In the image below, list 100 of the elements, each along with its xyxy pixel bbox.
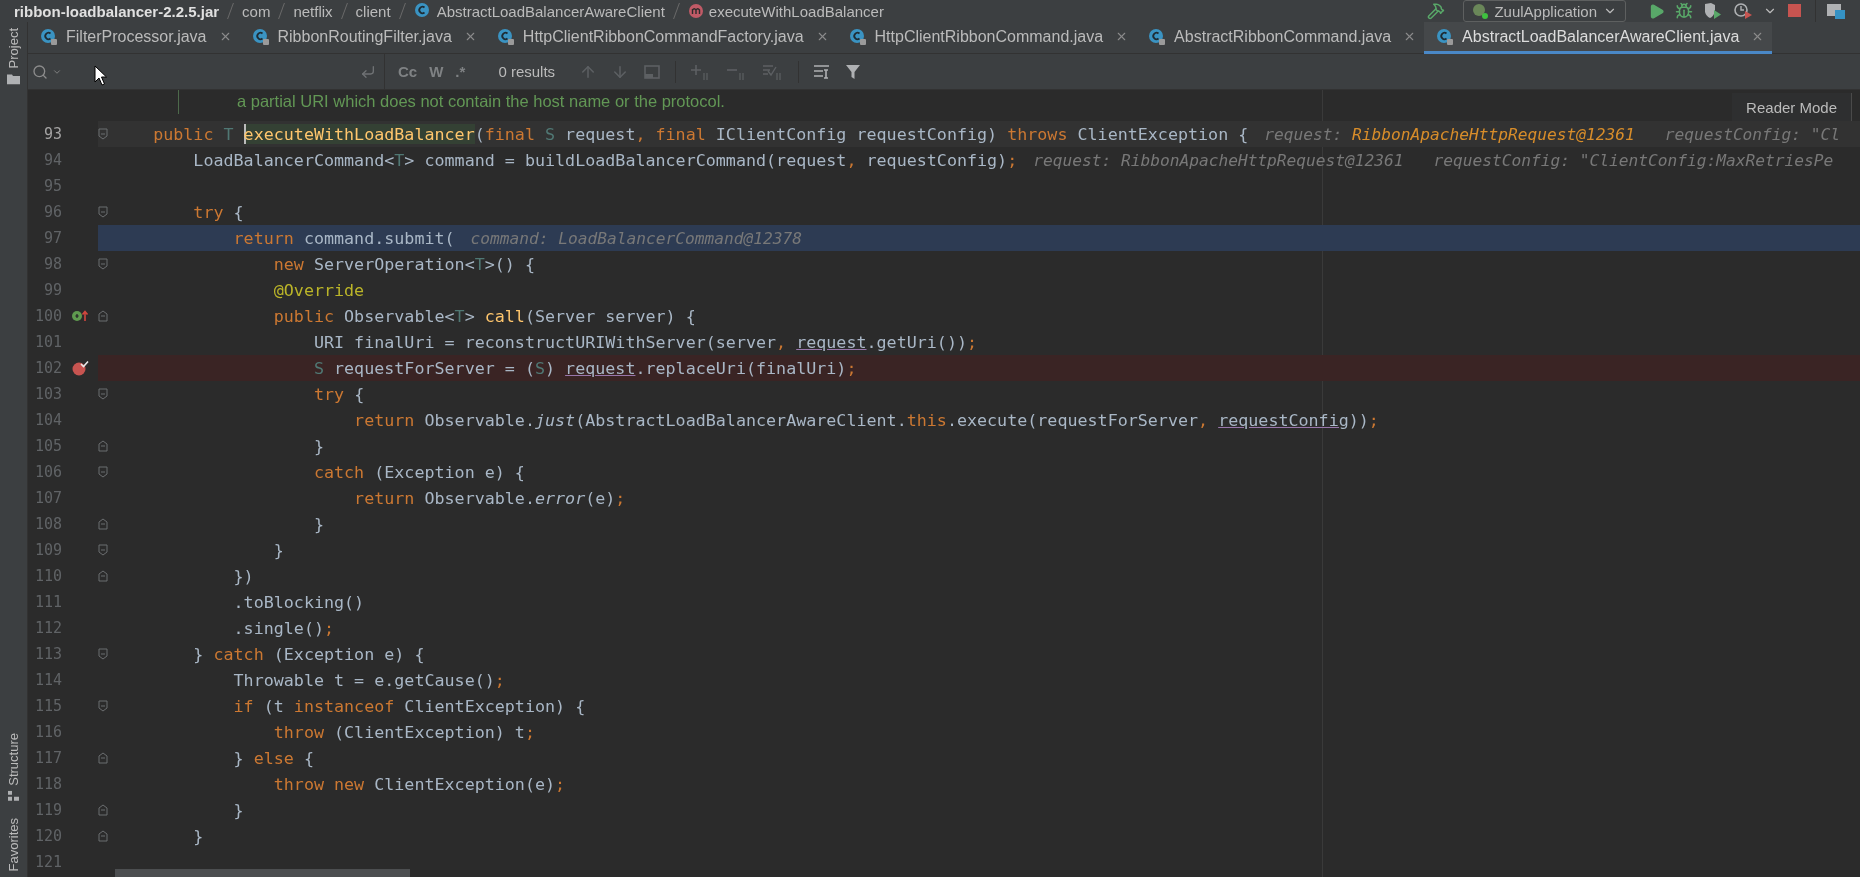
line-number: 95 bbox=[42, 177, 62, 195]
tab-label: HttpClientRibbonCommand.java bbox=[874, 27, 1104, 46]
editor-tab[interactable]: AbstractRibbonCommand.java bbox=[1136, 22, 1425, 54]
code-line: return Observable.error(e); bbox=[353, 488, 626, 508]
code-line: URI finalUri = reconstructURIWithServer(server, request.getUri()); bbox=[312, 332, 978, 352]
code-line: .single(); bbox=[232, 618, 335, 638]
line-number: 120 bbox=[33, 827, 62, 845]
line-number: 108 bbox=[33, 515, 62, 533]
line-number: 102 bbox=[33, 359, 62, 377]
breadcrumb-item[interactable]: ribbon-loadbalancer-2.2.5.jar bbox=[14, 2, 220, 20]
class-icon bbox=[251, 27, 270, 46]
doc-comment: a partial URI which does not contain the host name or the protocol. bbox=[178, 90, 725, 114]
fold-marker-icon[interactable] bbox=[98, 466, 108, 478]
fold-marker-icon[interactable] bbox=[98, 206, 108, 218]
code-line: throw new ClientException(e); bbox=[272, 774, 566, 794]
line-number: 106 bbox=[33, 463, 62, 481]
fold-marker-icon[interactable] bbox=[98, 752, 108, 764]
folder-icon bbox=[7, 73, 20, 85]
editor-tab[interactable]: HttpClientRibbonCommand.java bbox=[836, 22, 1137, 54]
editor-tab[interactable]: FilterProcessor.java bbox=[28, 22, 240, 54]
tool-window-button[interactable]: Structure bbox=[6, 726, 21, 808]
list-filter-icon[interactable] bbox=[813, 63, 832, 80]
fold-marker-icon[interactable] bbox=[98, 570, 108, 582]
tab-label: RibbonRoutingFilter.java bbox=[277, 27, 452, 46]
code-line: throw (ClientException) t; bbox=[272, 722, 535, 742]
line-number: 94 bbox=[42, 151, 62, 169]
breadcrumb-item[interactable]: AbstractLoadBalancerAwareClient bbox=[413, 2, 665, 20]
editor-tab[interactable]: HttpClientRibbonCommandFactory.java bbox=[484, 22, 837, 54]
line-number: 119 bbox=[33, 801, 62, 819]
fold-marker-icon[interactable] bbox=[98, 388, 108, 400]
bug-icon[interactable] bbox=[1675, 2, 1693, 20]
tool-window-button[interactable]: Favorites bbox=[6, 811, 21, 877]
line-number: 101 bbox=[33, 333, 62, 351]
code-line: if (t instanceof ClientException) { bbox=[232, 696, 586, 716]
breadcrumb-item[interactable]: executeWithLoadBalancer bbox=[687, 2, 884, 20]
fold-marker-icon[interactable] bbox=[98, 258, 108, 270]
class-icon bbox=[413, 2, 432, 20]
run-configuration-dropdown[interactable]: ZuulApplication bbox=[1463, 0, 1626, 22]
breadcrumb-item[interactable]: com bbox=[242, 2, 271, 20]
reader-mode-button[interactable]: Reader Mode bbox=[1732, 93, 1852, 121]
layout-icon[interactable] bbox=[1826, 2, 1846, 20]
inlay-hint: requestConfig: "ClientConfig:MaxRetriesPe bbox=[1433, 150, 1834, 170]
tab-label: FilterProcessor.java bbox=[66, 27, 207, 46]
hammer-icon[interactable] bbox=[1427, 2, 1446, 20]
line-number: 116 bbox=[33, 723, 62, 741]
window-icon[interactable] bbox=[643, 63, 662, 80]
code-line: LoadBalancerCommand<T> command = buildLoadBalancerCommand(request, requestConfig); bbox=[192, 150, 1018, 170]
fold-marker-icon[interactable] bbox=[98, 804, 108, 816]
inlay-hint: requestConfig: "Cl bbox=[1664, 124, 1841, 144]
line-number: 110 bbox=[33, 567, 62, 585]
breadcrumb-item[interactable]: netflix bbox=[293, 2, 333, 20]
line-number: 117 bbox=[33, 749, 62, 767]
run-icon[interactable] bbox=[1648, 2, 1665, 20]
editor-tab[interactable]: RibbonRoutingFilter.java bbox=[239, 22, 485, 54]
scrollbar-thumb[interactable] bbox=[115, 869, 410, 877]
code-line: } else { bbox=[232, 748, 314, 768]
code-line: } bbox=[312, 436, 324, 456]
breadcrumb-item[interactable]: client bbox=[355, 2, 391, 20]
search-icon[interactable] bbox=[32, 63, 48, 80]
line-number: 113 bbox=[33, 645, 62, 663]
line-number: 96 bbox=[42, 203, 62, 221]
code-line: return Observable.just(AbstractLoadBalancerAwareClient.this.execute(requestForServer, requestConfig)); bbox=[353, 410, 1379, 430]
structure-icon bbox=[8, 790, 19, 802]
override-icon[interactable] bbox=[71, 309, 89, 323]
newline-icon[interactable] bbox=[360, 63, 376, 80]
tool-window-button[interactable]: Project bbox=[6, 22, 21, 91]
code-line: catch (Exception e) { bbox=[312, 462, 525, 482]
line-number: 105 bbox=[33, 437, 62, 455]
code-line: } bbox=[312, 514, 324, 534]
line-number: 99 bbox=[42, 281, 62, 299]
coverage-icon[interactable] bbox=[1703, 2, 1723, 20]
line-number: 121 bbox=[33, 853, 62, 871]
tab-label: HttpClientRibbonCommandFactory.java bbox=[522, 27, 804, 46]
fold-marker-icon[interactable] bbox=[98, 440, 108, 452]
line-number: 112 bbox=[33, 619, 62, 637]
fold-marker-icon[interactable] bbox=[98, 518, 108, 530]
fold-marker-icon[interactable] bbox=[98, 700, 108, 712]
code-line: } bbox=[272, 540, 284, 560]
class-icon bbox=[1436, 27, 1455, 46]
code-line: return command.submit( bbox=[232, 228, 455, 248]
filter-icon[interactable] bbox=[845, 63, 862, 80]
line-number: 93 bbox=[42, 125, 62, 143]
line-number: 114 bbox=[33, 671, 62, 689]
fold-marker-icon[interactable] bbox=[98, 310, 108, 322]
fold-marker-icon[interactable] bbox=[98, 544, 108, 556]
fold-marker-icon[interactable] bbox=[98, 648, 108, 660]
profiler-icon[interactable] bbox=[1733, 2, 1753, 20]
tab-label: AbstractLoadBalancerAwareClient.java bbox=[1462, 27, 1740, 46]
fold-marker-icon[interactable] bbox=[98, 830, 108, 842]
code-line: try { bbox=[312, 384, 365, 404]
line-number: 118 bbox=[33, 775, 62, 793]
class-icon bbox=[496, 27, 515, 46]
app-icon bbox=[1472, 3, 1489, 19]
code-line: @Override bbox=[272, 280, 365, 300]
editor-tab[interactable]: AbstractLoadBalancerAwareClient.java bbox=[1424, 22, 1773, 54]
results-count: 0 results bbox=[498, 63, 556, 80]
class-icon bbox=[1148, 27, 1167, 46]
fold-marker-icon[interactable] bbox=[98, 128, 108, 140]
method-icon bbox=[687, 3, 704, 19]
breakpoint-icon[interactable] bbox=[71, 360, 89, 376]
